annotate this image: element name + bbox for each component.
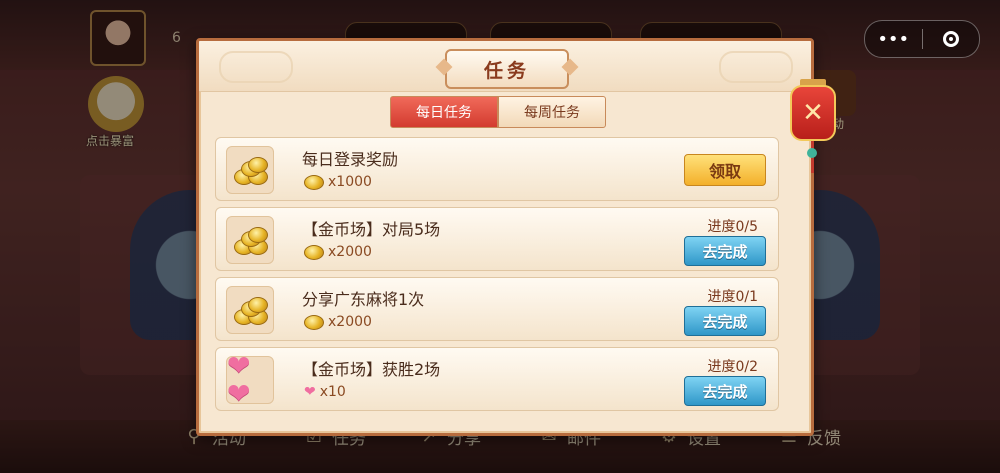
task-name: 每日登录奖励 bbox=[302, 150, 399, 169]
task-reward: x2000 bbox=[304, 314, 372, 330]
coin-icon bbox=[304, 174, 324, 190]
miniprogram-capsule: ••• bbox=[864, 20, 980, 58]
more-button[interactable]: ••• bbox=[865, 21, 922, 57]
tab-daily-tasks[interactable]: 每日任务 bbox=[390, 96, 498, 128]
coin-reward-icon bbox=[226, 216, 274, 264]
task-tabs: 每日任务 每周任务 bbox=[390, 96, 606, 128]
target-icon bbox=[942, 31, 959, 47]
task-row: 每日登录奖励 x1000 领取 bbox=[215, 137, 779, 201]
reward-amount: x1000 bbox=[328, 174, 372, 190]
task-reward: x2000 bbox=[304, 244, 372, 260]
tab-weekly-tasks[interactable]: 每周任务 bbox=[498, 96, 606, 128]
go-complete-button[interactable]: 去完成 bbox=[684, 236, 766, 266]
coin-reward-icon bbox=[226, 286, 274, 334]
dialog-title: 任务 bbox=[445, 49, 569, 89]
cloud-ornament-icon bbox=[719, 51, 793, 83]
reward-amount: x2000 bbox=[328, 244, 372, 260]
heart-icon: ❤❤ bbox=[227, 349, 251, 410]
go-complete-button[interactable]: 去完成 bbox=[684, 306, 766, 336]
close-icon: ✕ bbox=[802, 98, 824, 128]
task-row: ❤❤ 【金币场】获胜2场 ❤ x10 进度0/2 去完成 bbox=[215, 347, 779, 411]
close-button[interactable]: ✕ bbox=[790, 85, 836, 141]
heart-reward-icon: ❤❤ bbox=[226, 352, 274, 408]
reward-amount: x2000 bbox=[328, 314, 372, 330]
task-reward: ❤ x10 bbox=[304, 384, 346, 400]
dialog-header: 任务 bbox=[199, 41, 811, 92]
heart-icon: ❤ bbox=[304, 384, 316, 400]
task-name: 分享广东麻将1次 bbox=[302, 290, 425, 309]
task-reward: x1000 bbox=[304, 174, 372, 190]
task-progress: 进度0/5 bbox=[707, 219, 758, 235]
coin-icon bbox=[304, 314, 324, 330]
exit-button[interactable] bbox=[923, 21, 980, 57]
coin-reward-icon bbox=[226, 146, 274, 194]
coin-icon bbox=[304, 244, 324, 260]
task-row: 分享广东麻将1次 x2000 进度0/1 去完成 bbox=[215, 277, 779, 341]
task-name: 【金币场】对局5场 bbox=[302, 220, 441, 239]
go-complete-button[interactable]: 去完成 bbox=[684, 376, 766, 406]
task-dialog: 任务 每日任务 每周任务 每日登录奖励 x1000 领取 【金币场】对局5场 x… bbox=[196, 38, 814, 436]
task-progress: 进度0/1 bbox=[707, 289, 758, 305]
reward-amount: x10 bbox=[319, 384, 346, 400]
task-row: 【金币场】对局5场 x2000 进度0/5 去完成 bbox=[215, 207, 779, 271]
task-progress: 进度0/2 bbox=[707, 359, 758, 375]
task-name: 【金币场】获胜2场 bbox=[302, 360, 441, 379]
claim-button[interactable]: 领取 bbox=[684, 154, 766, 186]
task-list[interactable]: 每日登录奖励 x1000 领取 【金币场】对局5场 x2000 进度0/5 去完… bbox=[215, 137, 779, 429]
lantern-bead bbox=[807, 148, 817, 158]
cloud-ornament-icon bbox=[219, 51, 293, 83]
